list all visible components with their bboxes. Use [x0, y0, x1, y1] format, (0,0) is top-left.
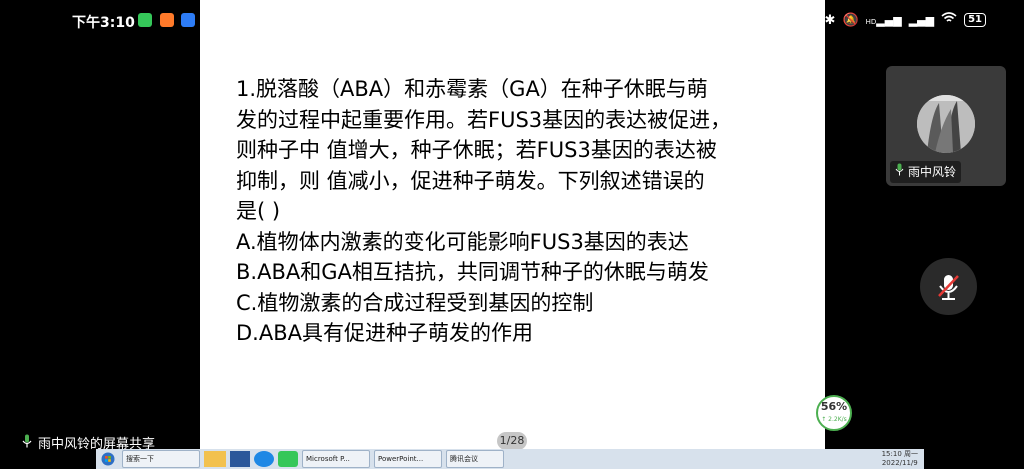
- speed-percent: 56%: [820, 400, 848, 413]
- page-indicator: 1/28: [497, 432, 527, 450]
- tencent-meeting-notification-icon: [181, 13, 195, 27]
- word-icon[interactable]: [230, 451, 250, 467]
- option-d: D.ABA具有促进种子萌发的作用: [236, 321, 533, 345]
- start-button[interactable]: [98, 451, 118, 467]
- video-app-notification-icon: [160, 13, 174, 27]
- taskbar-app-powerpoint-2[interactable]: PowerPoint...: [374, 450, 442, 468]
- system-icons: ✱ 🔕 HD▂▄▆ ▂▄▆ 51: [825, 12, 986, 28]
- signal-icon: HD▂▄▆: [865, 13, 902, 27]
- option-a: A.植物体内激素的变化可能影响FUS3基因的表达: [236, 229, 689, 254]
- sogou-icon[interactable]: [254, 451, 274, 467]
- signal-icon-2: ▂▄▆: [908, 13, 935, 27]
- wifi-icon: [941, 12, 957, 28]
- presentation-slide: 1.脱落酸（ABA）和赤霉素（GA）在种子休眠与萌 发的过程中起重要作用。若FU…: [200, 0, 825, 449]
- app-label: PowerPoint...: [378, 455, 424, 463]
- speaker-tile[interactable]: 雨中风铃: [886, 66, 1006, 186]
- app-label: 腾讯会议: [450, 455, 478, 463]
- speed-rate: ↑ 2.2K/s: [821, 416, 847, 423]
- search-label: 搜索一下: [126, 455, 154, 463]
- battery-indicator: 51: [964, 13, 986, 27]
- wechat-icon[interactable]: [278, 451, 298, 467]
- microphone-icon: [22, 434, 32, 452]
- wechat-notification-icon: [138, 13, 152, 27]
- network-speed-widget[interactable]: 56% ↑ 2.2K/s: [816, 395, 852, 431]
- question-line: 抑制，则 值减小，促进种子萌发。下列叙述错误的: [236, 168, 705, 193]
- question-line: 是( ): [236, 199, 281, 223]
- speaker-name: 雨中风铃: [908, 165, 957, 179]
- taskbar-app-powerpoint-1[interactable]: Microsoft P...: [302, 450, 370, 468]
- microphone-icon: [895, 161, 904, 183]
- taskbar-app-tencent-meeting[interactable]: 腾讯会议: [446, 450, 504, 468]
- question-text: 1.脱落酸（ABA）和赤霉素（GA）在种子休眠与萌 发的过程中起重要作用。若FU…: [236, 74, 811, 349]
- clock-date: 2022/11/9: [881, 459, 918, 467]
- taskbar-clock[interactable]: 15:10 周一 2022/11/9: [882, 450, 918, 468]
- status-time: 下午3:10: [72, 15, 135, 31]
- question-line: 发的过程中起重要作用。若FUS3基因的表达被促进，: [236, 107, 732, 132]
- avatar: [917, 95, 975, 153]
- signal-hd-label: HD: [865, 17, 877, 26]
- question-line: 则种子中 值增大，种子休眠；若FUS3基因的表达被: [236, 138, 717, 162]
- muted-microphone-icon: [938, 275, 959, 300]
- windows-taskbar: 搜索一下 Microsoft P... PowerPoint... 腾讯会议 1…: [96, 449, 924, 469]
- app-label: Microsoft P...: [306, 455, 350, 463]
- clock-time: 15:10 周一: [881, 450, 918, 458]
- option-b: B.ABA和GA相互拮抗，共同调节种子的休眠与萌发: [236, 260, 709, 284]
- taskbar-search[interactable]: 搜索一下: [122, 450, 200, 468]
- mute-microphone-button[interactable]: [920, 258, 977, 315]
- folder-icon[interactable]: [204, 451, 226, 467]
- mute-bell-icon: 🔕: [842, 12, 859, 28]
- option-c: C.植物激素的合成过程受到基因的控制: [236, 290, 594, 315]
- speaker-label: 雨中风铃: [890, 161, 962, 183]
- bluetooth-icon: ✱: [824, 12, 836, 28]
- question-line: 1.脱落酸（ABA）和赤霉素（GA）在种子休眠与萌: [236, 77, 708, 101]
